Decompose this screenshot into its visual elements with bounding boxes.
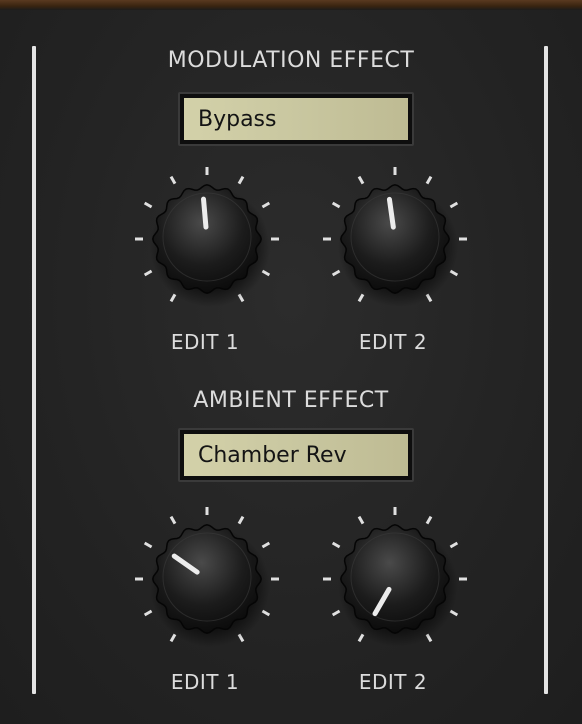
knob-tick xyxy=(237,515,245,525)
knob-graphic xyxy=(135,167,279,307)
ambient-effect-selector[interactable]: Chamber Rev xyxy=(178,428,414,482)
knob-graphic xyxy=(135,507,279,647)
modulation-edit1-label: EDIT 1 xyxy=(170,330,240,354)
ambient-edit1-knob[interactable] xyxy=(132,504,282,654)
knob-tick xyxy=(357,633,365,643)
knob-tick xyxy=(169,633,177,643)
right-panel-rail xyxy=(544,46,548,694)
knob-tick xyxy=(449,201,459,209)
top-wood-trim xyxy=(0,0,582,10)
knob-tick xyxy=(449,541,459,549)
knob-body xyxy=(152,524,262,634)
modulation-effect-selector[interactable]: Bypass xyxy=(178,92,414,146)
modulation-edit1-knob[interactable] xyxy=(132,164,282,314)
modulation-effect-title: MODULATION EFFECT xyxy=(167,48,415,73)
ambient-edit1-label: EDIT 1 xyxy=(170,670,240,694)
knob-tick xyxy=(425,175,433,185)
knob-graphic xyxy=(323,507,467,647)
knob-tick xyxy=(143,201,153,209)
knob-tick xyxy=(331,201,341,209)
knob-tick xyxy=(357,175,365,185)
knob-tick xyxy=(261,201,271,209)
knob-graphic xyxy=(323,167,467,307)
ambient-edit2-label: EDIT 2 xyxy=(358,670,428,694)
knob-tick xyxy=(357,515,365,525)
ambient-effect-title: AMBIENT EFFECT xyxy=(193,388,389,413)
knob-tick xyxy=(169,175,177,185)
ambient-effect-value: Chamber Rev xyxy=(184,434,408,476)
knob-tick xyxy=(425,515,433,525)
modulation-edit2-label: EDIT 2 xyxy=(358,330,428,354)
modulation-edit2-knob[interactable] xyxy=(320,164,470,314)
knob-tick xyxy=(143,609,153,617)
knob-tick xyxy=(169,515,177,525)
left-panel-rail xyxy=(32,46,36,694)
knob-tick xyxy=(331,269,341,277)
knob-tick xyxy=(169,293,177,303)
knob-tick xyxy=(261,541,271,549)
knob-tick xyxy=(237,175,245,185)
ambient-edit2-knob[interactable] xyxy=(320,504,470,654)
knob-body xyxy=(340,184,450,294)
knob-pointer xyxy=(201,196,209,230)
knob-tick xyxy=(357,293,365,303)
knob-tick xyxy=(331,609,341,617)
knob-tick xyxy=(143,269,153,277)
knob-tick xyxy=(143,541,153,549)
knob-body xyxy=(340,524,450,634)
knob-body xyxy=(152,184,262,294)
knob-tick xyxy=(331,541,341,549)
modulation-effect-value: Bypass xyxy=(184,98,408,140)
